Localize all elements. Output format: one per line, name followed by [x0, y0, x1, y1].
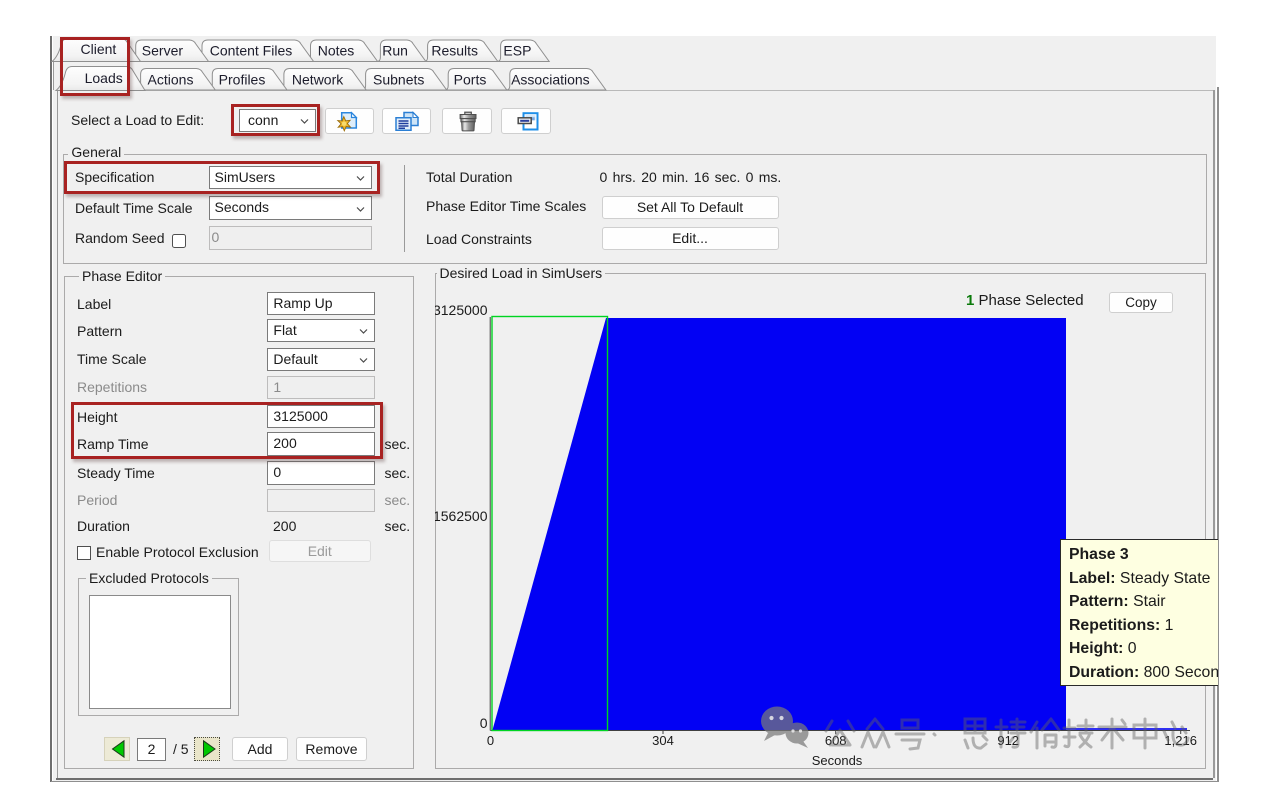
svg-text:Associations: Associations: [511, 72, 590, 88]
svg-text:Notes: Notes: [318, 43, 355, 59]
svg-text:304: 304: [652, 733, 674, 748]
svg-text:Ports: Ports: [454, 72, 487, 88]
svg-text:Actions: Actions: [148, 72, 194, 88]
svg-text:ESP: ESP: [503, 43, 531, 59]
svg-text:Results: Results: [431, 43, 478, 59]
svg-text:0: 0: [487, 733, 494, 748]
svg-text:Network: Network: [292, 72, 344, 88]
svg-text:Server: Server: [142, 43, 184, 59]
svg-text:3125000: 3125000: [435, 302, 488, 318]
svg-text:Content Files: Content Files: [210, 43, 292, 59]
svg-text:Subnets: Subnets: [373, 72, 424, 88]
svg-text:Run: Run: [382, 43, 408, 59]
svg-text:Profiles: Profiles: [219, 72, 266, 88]
svg-text:0: 0: [480, 715, 488, 731]
svg-text:1562500: 1562500: [435, 508, 488, 524]
